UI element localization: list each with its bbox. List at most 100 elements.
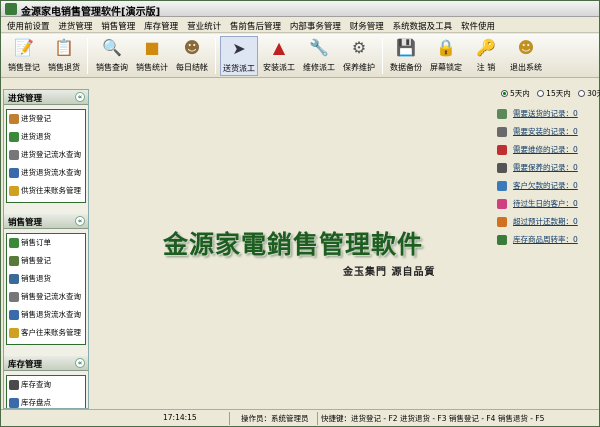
search-icon: 🔍 bbox=[102, 38, 122, 57]
reminder-install-link[interactable]: 需要安装的记录：0 bbox=[495, 123, 597, 141]
filter-5-days-radio[interactable]: 5天内 bbox=[501, 88, 530, 99]
toolbar-separator bbox=[87, 38, 88, 74]
reminder-customer-debt-link[interactable]: 客户欠款的记录：0 bbox=[495, 177, 597, 195]
menu-inventory[interactable]: 库存管理 bbox=[144, 18, 178, 32]
sidebar: 进货管理 « 进货登记 进货退货 进货登记流水查询 进货退货流水查询 供货往来账… bbox=[3, 89, 89, 409]
reminder-filter: 5天内 15天内 30天内 bbox=[501, 88, 600, 99]
toolbar-sales-stats-button[interactable]: ■ 销售统计 bbox=[133, 36, 171, 76]
toolbar: 📝 销售登记 📋 销售退货 🔍 销售查询 ■ 销售统计 ☻ 每日结帐 ➤ 送货派… bbox=[1, 34, 599, 78]
menu-finance[interactable]: 财务管理 bbox=[350, 18, 384, 32]
install-icon bbox=[497, 127, 507, 137]
sidebar-group-inventory: 库存查询 库存盘点 bbox=[6, 375, 86, 408]
toolbar-exit-button[interactable]: ☻ 退出系统 bbox=[507, 36, 545, 76]
chart-icon: ■ bbox=[144, 38, 160, 57]
send-icon: ➤ bbox=[232, 39, 246, 58]
calendar-icon bbox=[497, 217, 507, 227]
gift-icon bbox=[497, 199, 507, 209]
toolbar-maintenance-button[interactable]: ⚙ 保养维护 bbox=[340, 36, 378, 76]
backup-icon: 💾 bbox=[396, 38, 416, 57]
collapse-icon[interactable]: « bbox=[75, 216, 85, 226]
collapse-icon[interactable]: « bbox=[75, 92, 85, 102]
menu-internal[interactable]: 内部事务管理 bbox=[290, 18, 341, 32]
filter-15-days-radio[interactable]: 15天内 bbox=[537, 88, 571, 99]
sidebar-item-customer-accounts[interactable]: 客户往来账务管理 bbox=[7, 324, 85, 342]
software-logo: 金源家電銷售管理軟件 bbox=[163, 230, 424, 259]
sidebar-item-sales-return-query[interactable]: 销售退货流水查询 bbox=[7, 306, 85, 324]
filter-30-days-radio[interactable]: 30天内 bbox=[578, 88, 600, 99]
lock-icon: 🔒 bbox=[436, 38, 456, 57]
sidebar-item-purchase-register[interactable]: 进货登记 bbox=[7, 110, 85, 128]
sidebar-item-sales-register[interactable]: 销售登记 bbox=[7, 252, 85, 270]
window-title: 金源家电销售管理软件[演示版] bbox=[21, 7, 161, 18]
menu-service[interactable]: 售前售后管理 bbox=[230, 18, 281, 32]
toolbar-logout-button[interactable]: 🔑 注 销 bbox=[467, 36, 505, 76]
sidebar-item-supplier-accounts[interactable]: 供货往来账务管理 bbox=[7, 182, 85, 200]
sidebar-item-inventory-query[interactable]: 库存查询 bbox=[7, 376, 85, 394]
register-icon: 📝 bbox=[14, 38, 34, 57]
reminder-overdue-link[interactable]: 超过预计还款期：0 bbox=[495, 213, 597, 231]
register-icon bbox=[9, 114, 19, 124]
toolbar-repair-dispatch-button[interactable]: 🔧 维修派工 bbox=[300, 36, 338, 76]
collapse-icon[interactable]: « bbox=[75, 358, 85, 368]
document-icon bbox=[9, 380, 19, 390]
truck-icon bbox=[497, 109, 507, 119]
order-icon bbox=[9, 238, 19, 248]
toolbar-separator bbox=[382, 38, 383, 74]
toolbar-screen-lock-button[interactable]: 🔒 屏幕锁定 bbox=[427, 36, 465, 76]
maintenance-icon: ⚙ bbox=[351, 38, 367, 57]
return-icon: 📋 bbox=[54, 38, 74, 57]
menu-statistics[interactable]: 营业统计 bbox=[187, 18, 221, 32]
register-icon bbox=[9, 256, 19, 266]
return-icon bbox=[9, 274, 19, 284]
toolbar-daily-close-button[interactable]: ☻ 每日结帐 bbox=[173, 36, 211, 76]
stock-icon bbox=[497, 235, 507, 245]
menu-sales[interactable]: 销售管理 bbox=[101, 18, 135, 32]
document-icon bbox=[9, 168, 19, 178]
toolbar-backup-button[interactable]: 💾 数据备份 bbox=[387, 36, 425, 76]
exit-icon: ☻ bbox=[517, 38, 535, 57]
toolbar-sales-query-button[interactable]: 🔍 销售查询 bbox=[93, 36, 131, 76]
reminder-repair-link[interactable]: 需要维修的记录：0 bbox=[495, 141, 597, 159]
return-icon bbox=[9, 132, 19, 142]
search-icon bbox=[9, 292, 19, 302]
sidebar-item-inventory-count[interactable]: 库存盘点 bbox=[7, 394, 85, 408]
sidebar-item-sales-return[interactable]: 销售退货 bbox=[7, 270, 85, 288]
reminder-turnover-link[interactable]: 库存商品周转率：0 bbox=[495, 231, 597, 249]
folder-icon bbox=[9, 186, 19, 196]
key-icon: 🔑 bbox=[476, 38, 496, 57]
sidebar-item-sales-order[interactable]: 销售订单 bbox=[7, 234, 85, 252]
sidebar-group-header-inventory[interactable]: 库存管理 « bbox=[4, 356, 88, 371]
person-icon: ☻ bbox=[183, 38, 201, 57]
logo-slogan: 金玉集門 源自品質 bbox=[343, 267, 436, 278]
sidebar-item-sales-log-query[interactable]: 销售登记流水查询 bbox=[7, 288, 85, 306]
sidebar-item-purchase-return[interactable]: 进货退货 bbox=[7, 128, 85, 146]
menu-tools[interactable]: 系统数据及工具 bbox=[393, 18, 453, 32]
reminder-delivery-link[interactable]: 需要送货的记录：0 bbox=[495, 105, 597, 123]
customer-icon bbox=[497, 181, 507, 191]
reminder-maintenance-link[interactable]: 需要保养的记录：0 bbox=[495, 159, 597, 177]
sidebar-group-sales: 销售订单 销售登记 销售退货 销售登记流水查询 销售退货流水查询 客户往来账务管… bbox=[6, 233, 86, 345]
sidebar-item-purchase-log-query[interactable]: 进货登记流水查询 bbox=[7, 146, 85, 164]
toolbar-separator bbox=[215, 38, 216, 74]
menu-setup[interactable]: 使用前设置 bbox=[7, 18, 50, 32]
menu-help[interactable]: 软件使用 bbox=[461, 18, 495, 32]
app-icon bbox=[5, 3, 17, 15]
menu-bar: 使用前设置 进货管理 销售管理 库存管理 营业统计 售前售后管理 内部事务管理 … bbox=[1, 18, 599, 33]
sidebar-group-header-sales[interactable]: 销售管理 « bbox=[4, 214, 88, 229]
toolbar-sales-return-button[interactable]: 📋 销售退货 bbox=[45, 36, 83, 76]
house-icon: ▲ bbox=[272, 38, 286, 57]
main-panel: 金源家電銷售管理軟件 金玉集門 源自品質 5天内 15天内 30天内 需要送货的… bbox=[91, 83, 600, 409]
toolbar-sales-register-button[interactable]: 📝 销售登记 bbox=[5, 36, 43, 76]
menu-purchase[interactable]: 进货管理 bbox=[58, 18, 92, 32]
sidebar-group-header-purchase[interactable]: 进货管理 « bbox=[4, 90, 88, 105]
document-icon bbox=[9, 310, 19, 320]
reminder-birthday-link[interactable]: 待过生日的客户：0 bbox=[495, 195, 597, 213]
toolbar-delivery-dispatch-button[interactable]: ➤ 送货派工 bbox=[220, 36, 258, 76]
wrench-icon bbox=[497, 145, 507, 155]
app-window: 金源家电销售管理软件[演示版] 使用前设置 进货管理 销售管理 库存管理 营业统… bbox=[0, 0, 600, 427]
wrench-icon: 🔧 bbox=[309, 38, 329, 57]
toolbar-install-dispatch-button[interactable]: ▲ 安装派工 bbox=[260, 36, 298, 76]
sidebar-item-purchase-return-query[interactable]: 进货退货流水查询 bbox=[7, 164, 85, 182]
status-time: 17:14:15 bbox=[163, 413, 197, 422]
search-icon bbox=[9, 150, 19, 160]
